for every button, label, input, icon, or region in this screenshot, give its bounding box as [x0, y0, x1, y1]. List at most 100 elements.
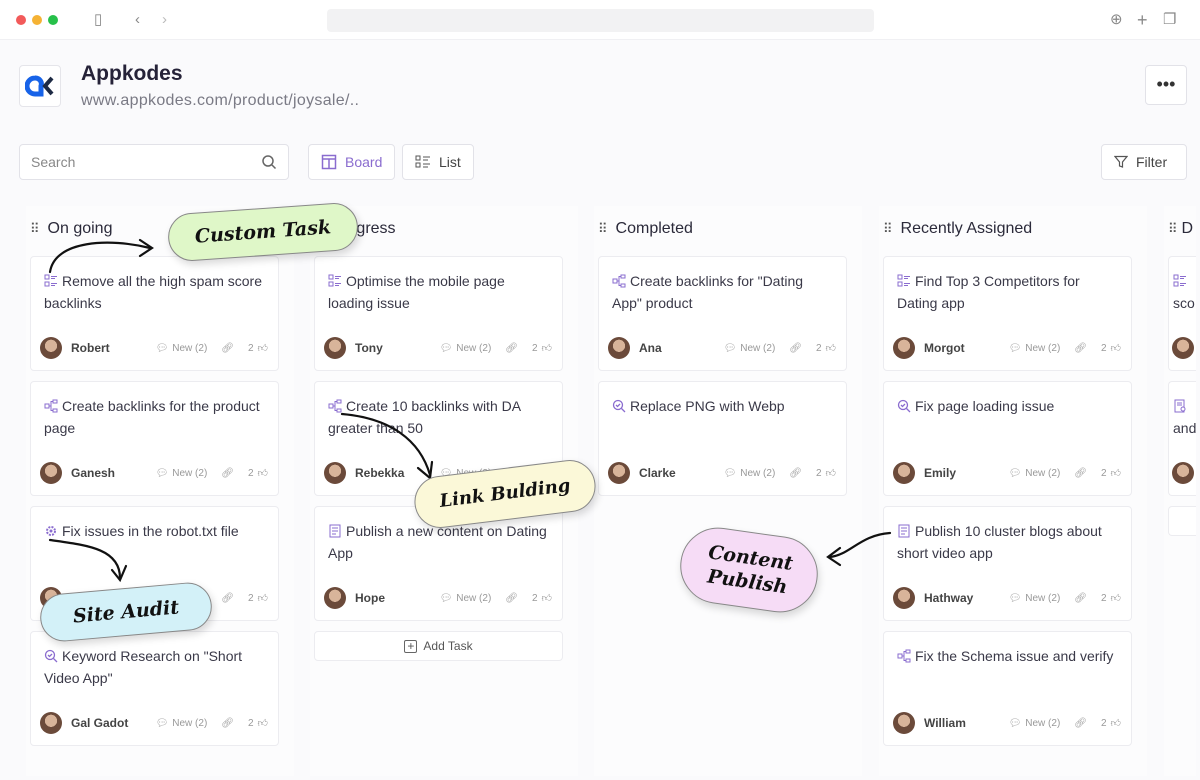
thumbs-up-icon[interactable]: 👍︎ — [1111, 717, 1121, 729]
comment-icon[interactable]: 💬︎ — [440, 593, 453, 604]
thumbs-up-icon[interactable]: 👍︎ — [542, 342, 552, 354]
task-card[interactable]: Find Top 3 Competitors for Dating app Mor… — [883, 256, 1132, 371]
comment-icon[interactable]: 💬︎ — [1009, 468, 1022, 479]
comment-icon[interactable]: 💬︎ — [440, 343, 453, 354]
thumbs-up-icon[interactable]: 👍︎ — [1111, 467, 1121, 479]
task-card[interactable]: sco — [1168, 256, 1196, 371]
avatar — [1172, 462, 1194, 484]
drag-handle-icon[interactable]: ⠿ — [883, 221, 892, 237]
download-icon[interactable]: ⊕ — [1110, 11, 1123, 29]
comment-count: New (2) — [456, 342, 492, 354]
search-input[interactable]: Search — [19, 144, 289, 180]
task-card[interactable]: Fix page loading issue Emily 💬︎ New (2) 🔗︎ 2 👍… — [883, 381, 1132, 496]
drag-handle-icon[interactable]: ⠿ — [598, 221, 607, 237]
column-recently-assigned: ⠿ Recently Assigned Find Top 3 Competitors… — [879, 206, 1147, 776]
task-owner: Hope — [355, 591, 385, 605]
task-card[interactable]: Create backlinks for the product page Gan… — [30, 381, 279, 496]
comment-icon[interactable]: 💬︎ — [1009, 593, 1022, 604]
column-header[interactable]: ⠿ Recently Assigned — [883, 220, 1032, 238]
add-task-button[interactable]: + Add Task — [314, 631, 563, 661]
task-card[interactable]: Optimise the mobile page loading issue To… — [314, 256, 563, 371]
thumbs-up-icon[interactable]: 👍︎ — [258, 342, 268, 354]
avatar — [324, 462, 346, 484]
minimize-window-button[interactable] — [32, 15, 42, 25]
task-title-text: and — [1173, 420, 1197, 436]
task-title: and — [1173, 396, 1196, 438]
attachment-icon[interactable]: 🔗︎ — [505, 593, 518, 604]
comment-icon[interactable]: 💬︎ — [156, 468, 169, 479]
task-card[interactable]: Publish 10 cluster blogs about short vid… — [883, 506, 1132, 621]
task-title-text: Find Top 3 Competitors for Dating app — [897, 273, 1080, 311]
attachment-icon[interactable]: 🔗︎ — [789, 468, 802, 479]
task-card[interactable]: and — [1168, 381, 1196, 496]
list-view-button[interactable]: List — [402, 144, 474, 180]
task-card[interactable]: Remove all the high spam score backlinks… — [30, 256, 279, 371]
thumbs-up-icon[interactable]: 👍︎ — [1111, 592, 1121, 604]
avatar — [1172, 337, 1194, 359]
attachment-icon[interactable]: 🔗︎ — [221, 468, 234, 479]
comment-icon[interactable]: 💬︎ — [156, 343, 169, 354]
search-check-icon — [612, 398, 626, 418]
attachment-icon[interactable]: 🔗︎ — [505, 343, 518, 354]
thumbs-up-icon[interactable]: 👍︎ — [258, 592, 268, 604]
attachment-icon[interactable]: 🔗︎ — [1074, 468, 1087, 479]
like-count: 2 — [1100, 467, 1107, 479]
task-owner: Gal Gadot — [71, 716, 129, 730]
task-title: Fix the Schema issue and verify — [897, 646, 1119, 668]
more-options-button[interactable]: ••• — [1145, 65, 1187, 105]
comment-count: New (2) — [172, 467, 208, 479]
attachment-icon[interactable]: 🔗︎ — [221, 343, 234, 354]
thumbs-up-icon[interactable]: 👍︎ — [1111, 342, 1121, 354]
task-title: Create backlinks for "Dating App" produc… — [612, 271, 834, 313]
address-bar[interactable] — [327, 9, 874, 32]
thumbs-up-icon[interactable]: 👍︎ — [258, 467, 268, 479]
maximize-window-button[interactable] — [48, 15, 58, 25]
filter-label: Filter — [1136, 154, 1168, 170]
task-card[interactable]: Fix the Schema issue and verify William 💬︎… — [883, 631, 1132, 746]
comment-icon[interactable]: 💬︎ — [156, 718, 169, 729]
drag-handle-icon[interactable]: ⠿ — [1168, 221, 1177, 237]
tabs-icon[interactable]: ❐ — [1163, 11, 1176, 29]
add-task-button[interactable] — [1168, 506, 1196, 536]
task-footer: Hope 💬︎ New (2) 🔗︎ 2 👍︎ — [324, 587, 552, 609]
like-count: 2 — [247, 342, 254, 354]
document-icon — [328, 523, 342, 543]
column-d: ⠿ D sco and — [1164, 206, 1196, 776]
board-view-button[interactable]: Board — [308, 144, 396, 180]
column-header[interactable]: ⠿ On going — [30, 220, 112, 238]
attachment-icon[interactable]: 🔗︎ — [1074, 718, 1087, 729]
avatar — [893, 462, 915, 484]
attachment-icon[interactable]: 🔗︎ — [789, 343, 802, 354]
task-card[interactable]: Keyword Research on "Short Video App" Gal… — [30, 631, 279, 746]
thumbs-up-icon[interactable]: 👍︎ — [258, 717, 268, 729]
task-title: Publish 10 cluster blogs about short vid… — [897, 521, 1119, 563]
attachment-icon[interactable]: 🔗︎ — [1074, 343, 1087, 354]
column-header[interactable]: ⠿ D — [1168, 220, 1193, 238]
comment-icon[interactable]: 💬︎ — [1009, 718, 1022, 729]
avatar — [40, 337, 62, 359]
drag-handle-icon[interactable]: ⠿ — [30, 221, 39, 237]
filter-button[interactable]: Filter — [1101, 144, 1187, 180]
comment-icon[interactable]: 💬︎ — [1009, 343, 1022, 354]
task-card[interactable]: Replace PNG with Webp Clarke 💬︎ New (2) 🔗︎ 2 👍… — [598, 381, 847, 496]
attachment-icon[interactable]: 🔗︎ — [1074, 593, 1087, 604]
forward-icon[interactable]: › — [162, 11, 167, 29]
thumbs-up-icon[interactable]: 👍︎ — [826, 467, 836, 479]
thumbs-up-icon[interactable]: 👍︎ — [826, 342, 836, 354]
attachment-icon[interactable]: 🔗︎ — [221, 593, 234, 604]
back-icon[interactable]: ‹ — [135, 11, 140, 29]
task-card[interactable]: Create backlinks for "Dating App" produc… — [598, 256, 847, 371]
close-window-button[interactable] — [16, 15, 26, 25]
new-tab-icon[interactable]: + — [1137, 11, 1148, 29]
hierarchy-icon — [612, 273, 626, 293]
comment-icon[interactable]: 💬︎ — [724, 343, 737, 354]
comment-icon[interactable]: 💬︎ — [724, 468, 737, 479]
task-owner: Ganesh — [71, 466, 116, 480]
column-header[interactable]: ⠿ Completed — [598, 220, 693, 238]
board-label: Board — [345, 154, 383, 170]
attachment-icon[interactable]: 🔗︎ — [221, 718, 234, 729]
sidebar-icon[interactable]: ▯ — [94, 11, 102, 29]
thumbs-up-icon[interactable]: 👍︎ — [542, 592, 552, 604]
task-footer: Robert 💬︎ New (2) 🔗︎ 2 👍︎ — [40, 337, 268, 359]
task-title: Fix issues in the robot.txt file — [44, 521, 266, 543]
